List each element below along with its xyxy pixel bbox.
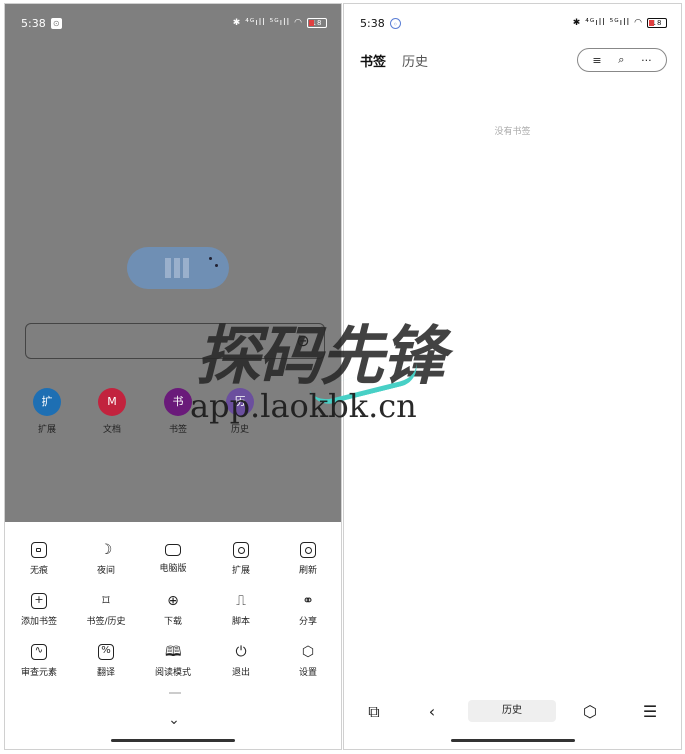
reader-icon: 🕮 <box>165 644 182 660</box>
menu-download[interactable]: ⊕ 下载 <box>143 593 203 627</box>
download-icon: ⊕ <box>167 593 179 609</box>
globe-icon[interactable]: ⊖ <box>294 332 312 350</box>
menu-label: 刷新 <box>298 566 317 576</box>
tab-bar: 书签 历史 <box>360 51 428 70</box>
list-icon[interactable]: ≡ <box>592 54 601 67</box>
add-bookmark-icon: + <box>31 593 47 609</box>
status-time: 5:38 <box>360 16 385 30</box>
menu-settings[interactable]: ⬡ 设置 <box>278 644 338 678</box>
browser-logo <box>127 247 229 289</box>
monitor-icon <box>165 544 181 556</box>
menu-inspect[interactable]: ∿ 审查元素 <box>9 644 69 678</box>
inspect-icon: ∿ <box>31 644 47 660</box>
power-icon: ⏻ <box>235 644 247 660</box>
status-bar: 5:38 ◦ ✱ ⁴ᴳıll ⁵ᴳıll ◠ 18 <box>344 4 681 42</box>
wifi-icon: ◠ <box>294 18 303 28</box>
extension-icon <box>233 542 249 558</box>
docs-badge-icon: M <box>98 388 126 416</box>
quick-link-label: 历史 <box>230 425 249 435</box>
extension-badge-icon: 扩 <box>33 388 61 416</box>
notification-icon: ◦ <box>389 17 401 29</box>
home-icon[interactable]: ⬡ <box>578 700 602 724</box>
action-pill: ≡ ⌕ ··· <box>577 48 667 72</box>
menu-translate[interactable]: % 翻译 <box>76 644 136 678</box>
menu-night[interactable]: ☽ 夜间 <box>76 542 136 576</box>
tab-bookmarks[interactable]: 书签 <box>360 51 386 70</box>
menu-sheet: 无痕 ☽ 夜间 电脑版 扩展 刷新 + 添加书签 ⌑ 书签/历史 ⊕ 下载 ⎍ … <box>5 522 341 749</box>
menu-label: 阅读模式 <box>154 668 191 678</box>
quick-link-bookmarks[interactable]: 书 书签 <box>158 388 198 435</box>
quick-link-extensions[interactable]: 扩 扩展 <box>27 388 67 435</box>
script-icon: ⎍ <box>236 593 246 609</box>
menu-bookmarks-history[interactable]: ⌑ 书签/历史 <box>76 593 136 627</box>
quick-link-label: 书签 <box>168 425 187 435</box>
tab-history[interactable]: 历史 <box>402 51 428 70</box>
menu-desktop[interactable]: 电脑版 <box>143 542 203 574</box>
translate-icon: % <box>98 644 114 660</box>
status-bar: 5:38 ⊙ ✱ ⁴ᴳıll ⁵ᴳıll ◠ 18 <box>5 4 341 42</box>
menu-label: 扩展 <box>231 566 250 576</box>
chevron-down-icon[interactable]: ⌄ <box>166 712 182 728</box>
home-indicator[interactable] <box>111 739 235 742</box>
left-phone: 5:38 ⊙ ✱ ⁴ᴳıll ⁵ᴳıll ◠ 18 ⊖ 扩 扩展 M 文档 书 <box>4 3 342 750</box>
notification-icon: ⊙ <box>50 17 62 29</box>
right-phone: 5:38 ◦ ✱ ⁴ᴳıll ⁵ᴳıll ◠ 18 书签 历史 ≡ ⌕ ··· … <box>343 3 682 750</box>
menu-label: 退出 <box>231 668 250 678</box>
moon-icon: ☽ <box>99 542 113 558</box>
menu-label: 设置 <box>298 668 317 678</box>
signal-icon: ⁴ᴳıll ⁵ᴳıll <box>245 18 291 28</box>
home-indicator[interactable] <box>450 739 575 742</box>
quick-link-label: 扩展 <box>37 425 56 435</box>
more-icon[interactable]: ··· <box>641 54 652 67</box>
menu-add-bookmark[interactable]: + 添加书签 <box>9 593 69 627</box>
bottom-toolbar: ⧉ ‹ 历史 ⬡ ☰ <box>344 697 681 727</box>
history-button[interactable]: 历史 <box>468 700 556 722</box>
settings-icon: ⬡ <box>301 644 315 660</box>
search-input[interactable]: ⊖ <box>25 323 325 359</box>
menu-label: 审查元素 <box>20 668 57 678</box>
menu-script[interactable]: ⎍ 脚本 <box>211 593 271 627</box>
share-icon: ⚭ <box>302 593 314 609</box>
signal-icon: ⁴ᴳıll ⁵ᴳıll <box>585 18 631 28</box>
status-time: 5:38 <box>21 16 46 30</box>
lock-icon <box>31 542 47 558</box>
battery-icon: 18 <box>647 18 667 28</box>
menu-label: 分享 <box>298 617 317 627</box>
menu-label: 脚本 <box>231 617 250 627</box>
bookmark-badge-icon: 书 <box>164 388 192 416</box>
battery-icon: 18 <box>307 18 327 28</box>
back-icon[interactable]: ‹ <box>420 700 444 724</box>
history-badge-icon: 历 <box>226 388 254 416</box>
menu-label: 无痕 <box>29 566 48 576</box>
refresh-icon <box>300 542 316 558</box>
menu-label: 添加书签 <box>20 617 57 627</box>
empty-state: 没有书签 <box>494 127 531 137</box>
menu-label: 夜间 <box>96 566 115 576</box>
page-indicator <box>169 692 181 694</box>
bookmark-icon: ⌑ <box>102 593 110 609</box>
menu-label: 下载 <box>163 617 182 627</box>
quick-link-label: 文档 <box>102 425 121 435</box>
menu-label: 书签/历史 <box>86 617 126 627</box>
menu-icon[interactable]: ☰ <box>638 700 662 724</box>
menu-reader[interactable]: 🕮 阅读模式 <box>143 644 203 678</box>
menu-label: 翻译 <box>96 668 115 678</box>
menu-incognito[interactable]: 无痕 <box>9 542 69 576</box>
menu-refresh[interactable]: 刷新 <box>278 542 338 576</box>
quick-link-history[interactable]: 历 历史 <box>220 388 260 435</box>
menu-extension[interactable]: 扩展 <box>211 542 271 576</box>
menu-label: 电脑版 <box>159 564 187 574</box>
wifi-icon: ◠ <box>634 18 643 28</box>
menu-share[interactable]: ⚭ 分享 <box>278 593 338 627</box>
menu-exit[interactable]: ⏻ 退出 <box>211 644 271 678</box>
search-icon[interactable]: ⌕ <box>618 53 624 67</box>
bluetooth-icon: ✱ <box>232 18 242 28</box>
screenshot-root: 5:38 ⊙ ✱ ⁴ᴳıll ⁵ᴳıll ◠ 18 ⊖ 扩 扩展 M 文档 书 <box>0 0 685 754</box>
tabs-icon[interactable]: ⧉ <box>362 700 386 724</box>
quick-link-docs[interactable]: M 文档 <box>92 388 132 435</box>
bluetooth-icon: ✱ <box>572 18 582 28</box>
